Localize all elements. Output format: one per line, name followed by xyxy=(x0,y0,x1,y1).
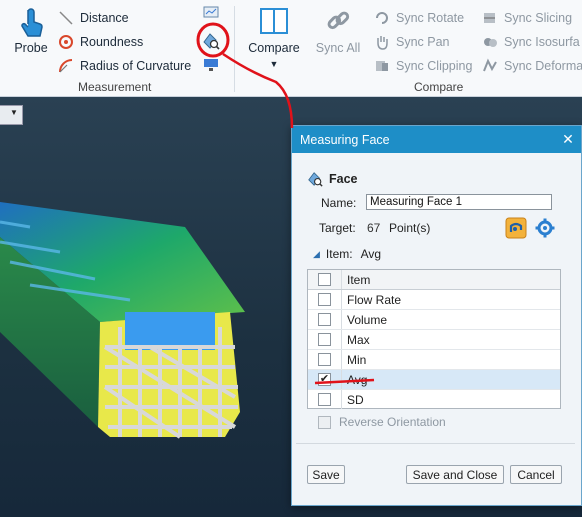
measuring-face-icon[interactable] xyxy=(202,32,220,50)
row-label: Min xyxy=(347,352,367,367)
compare-icon xyxy=(260,8,288,34)
select-all-checkbox[interactable] xyxy=(308,270,342,289)
sd-checkbox[interactable] xyxy=(318,393,331,406)
volume-checkbox[interactable] xyxy=(318,313,331,326)
sync-clipping-button[interactable]: Sync Clipping xyxy=(374,58,472,74)
roundness-button[interactable]: Roundness xyxy=(58,34,143,50)
row-label: Avg xyxy=(347,372,368,387)
dialog-divider xyxy=(296,443,575,444)
dialog-title: Measuring Face xyxy=(300,132,390,147)
grid-header-item: Item xyxy=(347,272,371,287)
probe-button[interactable]: Probe xyxy=(10,6,52,55)
sync-deform-icon xyxy=(483,58,497,72)
measuring-face-icon xyxy=(308,172,323,187)
grid-header-row: Item xyxy=(308,270,560,290)
table-row[interactable]: Volume xyxy=(308,310,560,330)
distance-button[interactable]: Distance xyxy=(58,10,129,26)
avg-checkbox[interactable]: ✔ xyxy=(318,373,331,386)
ribbon: Probe Distance Roundness Radius of Curva… xyxy=(0,0,582,97)
flow-model-render xyxy=(0,202,245,439)
target-label: Target: xyxy=(319,221,356,235)
probe-icon xyxy=(21,8,43,37)
sync-slicing-button[interactable]: Sync Slicing xyxy=(482,10,572,26)
face-section-header: Face xyxy=(307,171,358,187)
checkbox-cell xyxy=(308,330,342,349)
name-field[interactable] xyxy=(366,194,552,210)
link-icon xyxy=(327,11,350,30)
reverse-orientation-option[interactable]: Reverse Orientation xyxy=(318,415,446,429)
table-row[interactable]: Min xyxy=(308,350,560,370)
target-count: 67 xyxy=(367,221,381,235)
checkbox-cell xyxy=(308,390,342,409)
curvature-icon xyxy=(59,59,73,73)
measure-chart-icon[interactable] xyxy=(203,6,219,18)
checkbox-cell: ✔ xyxy=(308,370,342,389)
checkbox-cell xyxy=(308,290,342,309)
measurement-group-label: Measurement xyxy=(78,80,152,94)
item-grid: Item Flow Rate Volume Max Min ✔ Avg SD xyxy=(307,269,561,409)
sync-isosurface-button[interactable]: Sync Isosurfa xyxy=(482,34,580,50)
flow-rate-checkbox[interactable] xyxy=(318,293,331,306)
table-row[interactable]: Flow Rate xyxy=(308,290,560,310)
table-row[interactable]: Max xyxy=(308,330,560,350)
table-row[interactable]: SD xyxy=(308,390,560,409)
sync-all-button[interactable]: Sync All xyxy=(312,6,364,55)
checkbox-cell xyxy=(308,350,342,369)
name-label: Name: xyxy=(321,196,357,210)
sync-rotate-button[interactable]: Sync Rotate xyxy=(374,10,464,26)
item-summary[interactable]: ◢ Item: Avg xyxy=(313,247,381,261)
sync-pan-button[interactable]: Sync Pan xyxy=(374,34,450,50)
target-unit: Point(s) xyxy=(389,221,431,235)
measuring-face-dialog: Measuring Face ✕ Face Name: Target: 67 P… xyxy=(291,125,582,506)
sync-rotate-icon xyxy=(376,12,388,24)
save-button[interactable]: Save xyxy=(307,465,345,484)
table-row-selected[interactable]: ✔ Avg xyxy=(308,370,560,390)
sync-isosurface-icon xyxy=(484,38,497,47)
row-label: Volume xyxy=(347,312,388,327)
row-label: Flow Rate xyxy=(347,292,402,307)
measure-view-icon[interactable] xyxy=(203,58,219,72)
cancel-button[interactable]: Cancel xyxy=(510,465,562,484)
distance-icon xyxy=(59,11,73,25)
hand-icon xyxy=(377,36,388,50)
checkbox[interactable] xyxy=(318,273,331,286)
row-label: Max xyxy=(347,332,370,347)
pick-target-icon[interactable] xyxy=(505,217,527,239)
checkbox-cell xyxy=(308,310,342,329)
dialog-title-bar[interactable]: Measuring Face ✕ xyxy=(292,126,581,153)
row-label: SD xyxy=(347,392,364,407)
ribbon-separator xyxy=(234,6,235,92)
gear-icon[interactable] xyxy=(535,218,555,238)
max-checkbox[interactable] xyxy=(318,333,331,346)
close-icon[interactable]: ✕ xyxy=(555,131,581,148)
reverse-orientation-checkbox[interactable] xyxy=(318,415,331,429)
sync-deform-button[interactable]: Sync Deforma xyxy=(482,58,582,74)
compare-group-label: Compare xyxy=(414,80,464,94)
roundness-icon xyxy=(59,35,73,49)
min-checkbox[interactable] xyxy=(318,353,331,366)
sync-clipping-icon xyxy=(376,61,388,71)
radius-of-curvature-button[interactable]: Radius of Curvature xyxy=(58,58,191,74)
collapse-triangle-icon[interactable]: ◢ xyxy=(313,249,320,260)
compare-button[interactable]: Compare ▼ xyxy=(244,6,304,69)
compare-dropdown-arrow[interactable]: ▼ xyxy=(244,59,304,69)
sync-slicing-icon xyxy=(484,13,495,23)
save-and-close-button[interactable]: Save and Close xyxy=(406,465,504,484)
